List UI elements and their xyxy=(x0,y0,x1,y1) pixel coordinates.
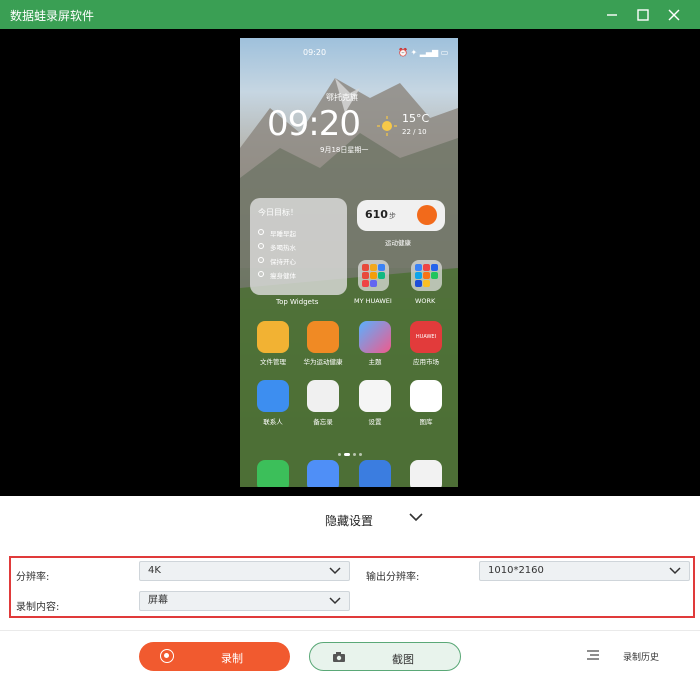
output-resolution-select[interactable]: 1010*2160 xyxy=(479,561,690,581)
camera-icon xyxy=(410,460,442,487)
screenshot-label: 截图 xyxy=(392,653,414,666)
check-circle-icon xyxy=(258,243,264,249)
location-label: 鄂托克旗 xyxy=(326,93,358,102)
phone-icon xyxy=(257,460,289,487)
app-label: 文件管理 xyxy=(260,358,286,366)
record-label: 录制 xyxy=(221,652,243,665)
chevron-down-icon xyxy=(329,597,341,605)
resolution-value: 4K xyxy=(148,565,161,576)
widget-item: 保持开心 xyxy=(270,258,296,266)
chevron-down-icon xyxy=(329,567,341,575)
app-label: 应用市场 xyxy=(413,358,439,366)
folder-work xyxy=(411,260,442,291)
date-label: 9月18日星期一 xyxy=(320,146,369,154)
output-resolution-label: 输出分辨率: xyxy=(366,572,420,583)
chevron-down-icon[interactable] xyxy=(409,512,423,522)
steps-unit: 步 xyxy=(389,212,396,220)
record-history-link[interactable]: 录制历史 xyxy=(623,650,659,663)
preview-area: 09:20 ⏰ ✦ ▂▄▆ ▭ 鄂托克旗 09:20 15°C 22 / 10 … xyxy=(0,29,700,496)
screenshot-button[interactable]: 截图 xyxy=(309,642,461,671)
chevron-down-icon xyxy=(669,567,681,575)
settings-app-icon xyxy=(359,380,391,412)
camera-icon xyxy=(333,652,345,662)
sun-icon xyxy=(377,116,397,136)
steps-widget: 610 步 xyxy=(357,200,445,231)
temperature-range: 22 / 10 xyxy=(402,128,427,136)
hide-settings-label[interactable]: 隐藏设置 xyxy=(325,512,373,529)
steps-value: 610 xyxy=(365,208,388,221)
app-label: 备忘录 xyxy=(313,418,333,426)
folder-my-huawei xyxy=(358,260,389,291)
widget-title: 今日目标！ xyxy=(258,208,298,217)
app-label: 主题 xyxy=(368,358,382,366)
status-time: 09:20 xyxy=(303,48,327,57)
widget-item: 多喝热水 xyxy=(270,244,296,252)
app-label: 设置 xyxy=(368,418,382,426)
app-label: 华为运动健康 xyxy=(303,358,343,366)
appgallery-icon: HUAWEI xyxy=(410,321,442,353)
close-button[interactable] xyxy=(658,0,690,29)
home-clock: 09:20 xyxy=(267,104,361,144)
widget-label: Top Widgets xyxy=(276,298,319,306)
themes-app-icon xyxy=(359,321,391,353)
action-bar: 录制 截图 录制历史 xyxy=(0,630,700,678)
record-icon xyxy=(160,649,174,663)
hide-settings-bar[interactable]: 隐藏设置 xyxy=(0,496,700,549)
record-button[interactable]: 录制 xyxy=(139,642,290,671)
window-title: 数据蛙录屏软件 xyxy=(10,9,95,23)
running-icon xyxy=(417,205,437,225)
browser-icon xyxy=(359,460,391,487)
record-content-value: 屏幕 xyxy=(148,595,168,606)
folder-label: MY HUAWEI xyxy=(354,297,392,305)
status-icons: ⏰ ✦ ▂▄▆ ▭ xyxy=(398,48,449,57)
resolution-select[interactable]: 4K xyxy=(139,561,350,581)
phone-screen-preview: 09:20 ⏰ ✦ ▂▄▆ ▭ 鄂托克旗 09:20 15°C 22 / 10 … xyxy=(240,38,458,487)
check-circle-icon xyxy=(258,229,264,235)
record-content-label: 录制内容: xyxy=(16,602,60,613)
check-circle-icon xyxy=(258,271,264,277)
folder-label: WORK xyxy=(415,297,436,305)
page-indicator xyxy=(338,441,365,460)
output-resolution-value: 1010*2160 xyxy=(488,565,544,576)
title-bar: 数据蛙录屏软件 xyxy=(0,0,700,29)
widget-item: 早睡早起 xyxy=(270,230,296,238)
app-label: 联系人 xyxy=(263,418,283,426)
widget-item: 瘦身健体 xyxy=(270,272,296,280)
files-app-icon xyxy=(257,321,289,353)
record-content-select[interactable]: 屏幕 xyxy=(139,591,350,611)
minimize-button[interactable] xyxy=(596,0,628,29)
maximize-icon xyxy=(637,8,649,21)
close-icon xyxy=(668,9,680,20)
maximize-button[interactable] xyxy=(627,0,659,29)
contacts-app-icon xyxy=(257,380,289,412)
notes-app-icon xyxy=(307,380,339,412)
minimize-icon xyxy=(607,13,617,16)
temperature: 15°C xyxy=(402,112,430,125)
list-icon[interactable] xyxy=(586,649,600,661)
settings-panel: 分辨率: 4K 输出分辨率: 1010*2160 录制内容: 屏幕 xyxy=(9,556,695,618)
steps-label: 运动健康 xyxy=(385,239,411,247)
resolution-label: 分辨率: xyxy=(16,572,50,583)
gallery-app-icon xyxy=(410,380,442,412)
todo-widget: 今日目标！ 早睡早起 多喝热水 保持开心 瘦身健体 xyxy=(250,198,347,295)
app-label: 图库 xyxy=(419,418,433,426)
check-circle-icon xyxy=(258,257,264,263)
messages-icon xyxy=(307,460,339,487)
health-app-icon xyxy=(307,321,339,353)
